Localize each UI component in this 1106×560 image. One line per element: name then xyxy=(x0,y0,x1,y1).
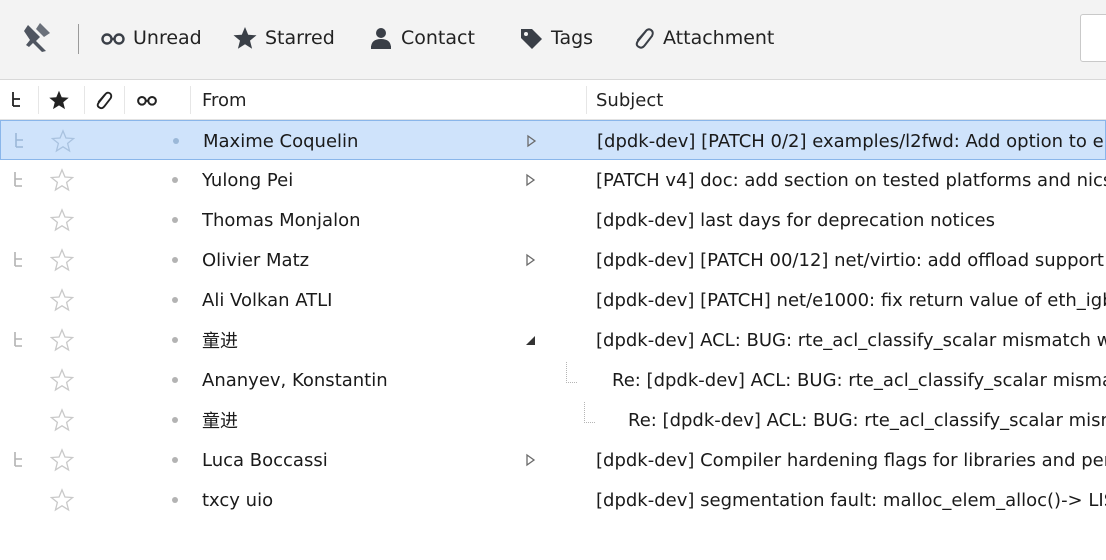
read-status-dot-icon[interactable] xyxy=(170,200,184,240)
star-toggle-icon[interactable] xyxy=(51,121,77,161)
thread-icon[interactable] xyxy=(12,440,32,480)
message-row[interactable]: Luca Boccassi [dpdk-dev] Compiler harden… xyxy=(0,440,1106,480)
star-toggle-icon[interactable] xyxy=(50,240,76,280)
star-toggle-icon[interactable] xyxy=(50,480,76,520)
filter-tags-label: Tags xyxy=(551,27,594,49)
thread-collapsed-twisty-icon[interactable] xyxy=(524,121,544,161)
column-divider xyxy=(124,86,125,114)
subject-column-header[interactable]: Subject xyxy=(596,80,1096,120)
filter-starred-label: Starred xyxy=(265,27,335,49)
paperclip-icon xyxy=(96,91,113,110)
filter-attachment-button[interactable]: Attachment xyxy=(630,20,774,56)
message-from: txcy uio xyxy=(202,489,274,511)
filter-starred-button[interactable]: Starred xyxy=(232,20,335,56)
starred-column-header[interactable] xyxy=(48,80,74,120)
star-toggle-icon[interactable] xyxy=(50,400,76,440)
filter-contact-label: Contact xyxy=(401,27,475,49)
read-status-dot-icon[interactable] xyxy=(170,160,184,200)
thread-collapsed-twisty-icon[interactable] xyxy=(523,160,543,200)
message-subject: [PATCH v4] doc: add section on tested pl… xyxy=(596,169,1106,191)
thread-icon[interactable] xyxy=(13,121,33,161)
message-subject: Re: [dpdk-dev] ACL: BUG: rte_acl_classif… xyxy=(628,409,1106,431)
column-divider xyxy=(84,86,85,114)
star-icon xyxy=(233,27,257,49)
read-status-dot-icon[interactable] xyxy=(170,440,184,480)
message-subject: [dpdk-dev] ACL: BUG: rte_acl_classify_sc… xyxy=(596,329,1106,351)
read-status-dot-icon[interactable] xyxy=(170,320,184,360)
tag-icon xyxy=(521,29,542,49)
read-column-header[interactable] xyxy=(134,80,164,120)
thread-collapsed-twisty-icon[interactable] xyxy=(523,240,543,280)
toolbar-separator xyxy=(78,24,79,54)
attachment-column-header[interactable] xyxy=(92,80,118,120)
message-row[interactable]: txcy uio [dpdk-dev] segmentation fault: … xyxy=(0,480,1106,520)
message-subject: Re: [dpdk-dev] ACL: BUG: rte_acl_classif… xyxy=(612,369,1106,391)
pin-icon[interactable] xyxy=(22,21,52,55)
star-toggle-icon[interactable] xyxy=(50,440,76,480)
thread-icon[interactable] xyxy=(12,320,32,360)
column-divider xyxy=(190,86,191,114)
message-from: Olivier Matz xyxy=(202,249,310,271)
message-from: Luca Boccassi xyxy=(202,449,328,471)
message-row[interactable]: Ananyev, Konstantin Re: [dpdk-dev] ACL: … xyxy=(0,360,1106,400)
filter-unread-button[interactable]: Unread xyxy=(100,20,202,56)
unread-glasses-icon xyxy=(101,33,125,45)
read-status-dot-icon[interactable] xyxy=(170,240,184,280)
message-subject: [dpdk-dev] Compiler hardening flags for … xyxy=(596,449,1106,471)
thread-collapsed-twisty-icon[interactable] xyxy=(523,440,543,480)
contact-person-icon xyxy=(371,28,391,49)
message-row[interactable]: Thomas Monjalon [dpdk-dev] last days for… xyxy=(0,200,1106,240)
thread-tree-line xyxy=(584,402,595,423)
message-from: Ananyev, Konstantin xyxy=(202,369,388,391)
message-row[interactable]: Olivier Matz [dpdk-dev] [PATCH 00/12] ne… xyxy=(0,240,1106,280)
thread-icon xyxy=(12,92,20,107)
thread-expanded-twisty-icon[interactable] xyxy=(523,320,543,360)
star-icon xyxy=(49,90,69,110)
read-status-dot-icon[interactable] xyxy=(170,480,184,520)
message-from: 童进 xyxy=(202,331,238,352)
thread-icon[interactable] xyxy=(12,160,32,200)
star-toggle-icon[interactable] xyxy=(50,320,76,360)
from-column-header[interactable]: From xyxy=(202,80,582,120)
message-from: 童进 xyxy=(202,411,238,432)
message-row[interactable]: 童进 [dpdk-dev] ACL: BUG: rte_acl_classify… xyxy=(0,320,1106,360)
star-toggle-icon[interactable] xyxy=(50,280,76,320)
search-input[interactable] xyxy=(1080,14,1106,62)
read-status-dot-icon[interactable] xyxy=(171,121,185,161)
message-row[interactable]: Maxime Coquelin [dpdk-dev] [PATCH 0/2] e… xyxy=(0,120,1106,160)
column-header: From Subject xyxy=(0,80,1106,120)
message-from: Thomas Monjalon xyxy=(202,209,361,231)
message-subject: [dpdk-dev] [PATCH 00/12] net/virtio: add… xyxy=(596,249,1104,271)
star-toggle-icon[interactable] xyxy=(50,360,76,400)
message-row[interactable]: 童进 Re: [dpdk-dev] ACL: BUG: rte_acl_clas… xyxy=(0,400,1106,440)
message-subject: [dpdk-dev] last days for deprecation not… xyxy=(596,209,995,231)
thread-tree-line xyxy=(566,362,577,383)
message-row[interactable]: Yulong Pei [PATCH v4] doc: add section o… xyxy=(0,160,1106,200)
filter-attachment-label: Attachment xyxy=(663,27,775,49)
subject-column-label: Subject xyxy=(596,89,664,111)
quick-filter-toolbar: Unread Starred Contact Tags Attachment xyxy=(0,0,1106,80)
thread-column-header[interactable] xyxy=(10,80,32,120)
filter-contact-button[interactable]: Contact xyxy=(368,20,475,56)
filter-unread-label: Unread xyxy=(133,27,202,49)
unread-glasses-icon xyxy=(137,96,157,106)
message-subject: [dpdk-dev] [PATCH 0/2] examples/l2fwd: A… xyxy=(597,130,1104,152)
message-from: Ali Volkan ATLI xyxy=(202,289,333,311)
star-toggle-icon[interactable] xyxy=(50,200,76,240)
message-from: Yulong Pei xyxy=(202,169,294,191)
column-divider xyxy=(38,86,39,114)
column-divider xyxy=(586,86,587,114)
from-column-label: From xyxy=(202,89,247,111)
read-status-dot-icon[interactable] xyxy=(170,400,184,440)
message-from: Maxime Coquelin xyxy=(203,130,359,152)
read-status-dot-icon[interactable] xyxy=(170,280,184,320)
read-status-dot-icon[interactable] xyxy=(170,360,184,400)
message-row[interactable]: Ali Volkan ATLI [dpdk-dev] [PATCH] net/e… xyxy=(0,280,1106,320)
star-toggle-icon[interactable] xyxy=(50,160,76,200)
message-subject: [dpdk-dev] [PATCH] net/e1000: fix return… xyxy=(596,289,1106,311)
thread-icon[interactable] xyxy=(12,240,32,280)
message-subject: [dpdk-dev] segmentation fault: malloc_el… xyxy=(596,489,1106,511)
paperclip-icon xyxy=(635,28,654,49)
filter-tags-button[interactable]: Tags xyxy=(518,20,593,56)
